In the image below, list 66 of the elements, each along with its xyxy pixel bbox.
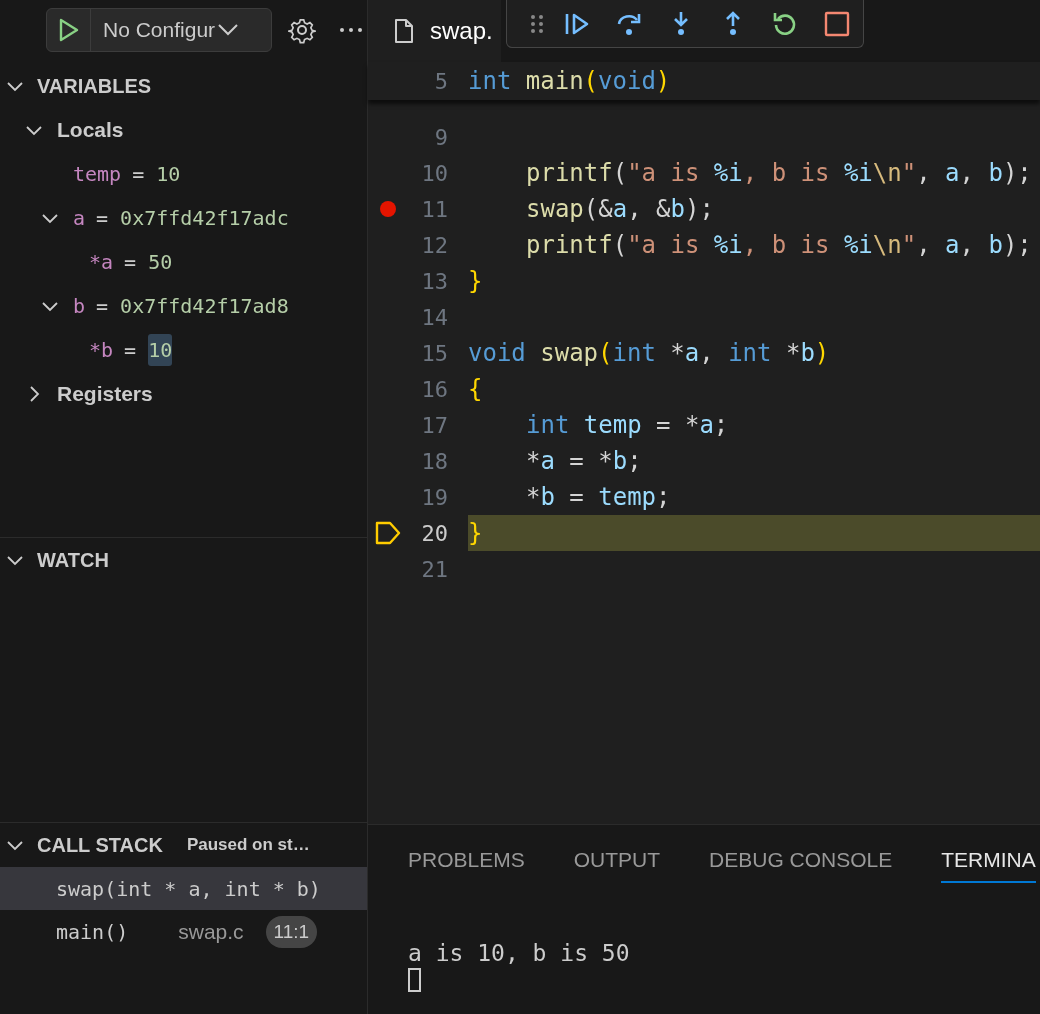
variable-value: 50 — [148, 249, 173, 276]
code-line: *a = *b; — [525, 446, 643, 477]
terminal-output: a is 10, b is 50 — [408, 939, 631, 967]
line-number: 11 — [420, 196, 448, 222]
drag-handle-icon[interactable] — [529, 12, 545, 35]
variable-name: *b — [89, 338, 114, 362]
equals-sign: = — [96, 294, 109, 318]
variable-value: 10 — [156, 161, 181, 188]
line-number: 16 — [420, 376, 448, 402]
stop-icon — [824, 10, 850, 37]
line-number: 10 — [420, 160, 448, 186]
line-number: 18 — [420, 448, 448, 474]
chevron-down-icon — [217, 23, 240, 37]
variable-value: 0x7ffd42f17ad8 — [120, 293, 289, 320]
code-line: void swap(int *a, int *b) — [468, 338, 831, 369]
line-number: 12 — [420, 232, 448, 258]
line-number: 21 — [420, 556, 448, 582]
stack-frame[interactable]: main() swap.c 11:1 — [0, 910, 367, 953]
terminal-cursor — [408, 968, 421, 992]
code-line: int main(void) — [468, 66, 672, 97]
variable-value: 10 — [148, 334, 173, 366]
frame-file: swap.c — [178, 919, 244, 944]
code-line: { — [468, 374, 484, 405]
section-title[interactable]: WATCH — [37, 548, 109, 572]
section-title[interactable]: CALL STACK — [37, 833, 163, 857]
line-number: 19 — [420, 484, 448, 510]
panel-tab[interactable]: OUTPUT — [573, 826, 661, 883]
code-line: int temp = *a; — [525, 410, 730, 441]
config-dropdown[interactable]: No Configur — [91, 9, 271, 51]
editor-tab[interactable]: swap. — [368, 0, 501, 62]
position-badge: 11:1 — [265, 915, 318, 948]
line-number: 20 — [420, 520, 448, 546]
equals-sign: = — [124, 250, 137, 274]
code-line: swap(&a, &b); — [525, 194, 715, 225]
line-number: 9 — [433, 124, 448, 150]
line-number: 14 — [420, 304, 448, 330]
scope-label[interactable]: Locals — [57, 118, 124, 142]
code-line: printf("a is %i, b is %i\n", a, b); — [525, 230, 1033, 261]
variable-name: temp — [73, 162, 122, 186]
variable-name: a — [73, 206, 86, 230]
equals-sign: = — [124, 338, 137, 362]
restart-icon — [772, 10, 798, 37]
panel-tab[interactable]: PROBLEMS — [408, 826, 525, 883]
panel-tab[interactable]: DEBUG CONSOLE — [709, 826, 893, 883]
play-icon — [57, 18, 80, 42]
section-title[interactable]: VARIABLES — [37, 74, 152, 98]
variable-name: b — [73, 294, 86, 318]
paused-status: Paused on st… — [186, 835, 310, 855]
equals-sign: = — [96, 206, 109, 230]
panel-tab[interactable]: TERMINA — [941, 826, 1036, 883]
settings-icon[interactable] — [288, 16, 316, 44]
more-icon[interactable] — [339, 27, 363, 33]
line-number: 5 — [433, 68, 448, 94]
variable-name: *a — [89, 250, 114, 274]
equals-sign: = — [132, 162, 145, 186]
breakpoint-icon[interactable] — [380, 201, 396, 217]
line-number: 17 — [420, 412, 448, 438]
file-icon — [394, 18, 414, 44]
variable-value: 0x7ffd42f17adc — [120, 205, 289, 232]
line-number: 15 — [420, 340, 448, 366]
code-line: } — [468, 266, 484, 297]
code-line: printf("a is %i, b is %i\n", a, b); — [525, 158, 1033, 189]
line-number: 13 — [420, 268, 448, 294]
scope-label[interactable]: Registers — [57, 382, 153, 406]
stack-frame[interactable]: swap(int * a, int * b) — [0, 867, 367, 910]
code-line: *b = temp; — [525, 482, 672, 513]
